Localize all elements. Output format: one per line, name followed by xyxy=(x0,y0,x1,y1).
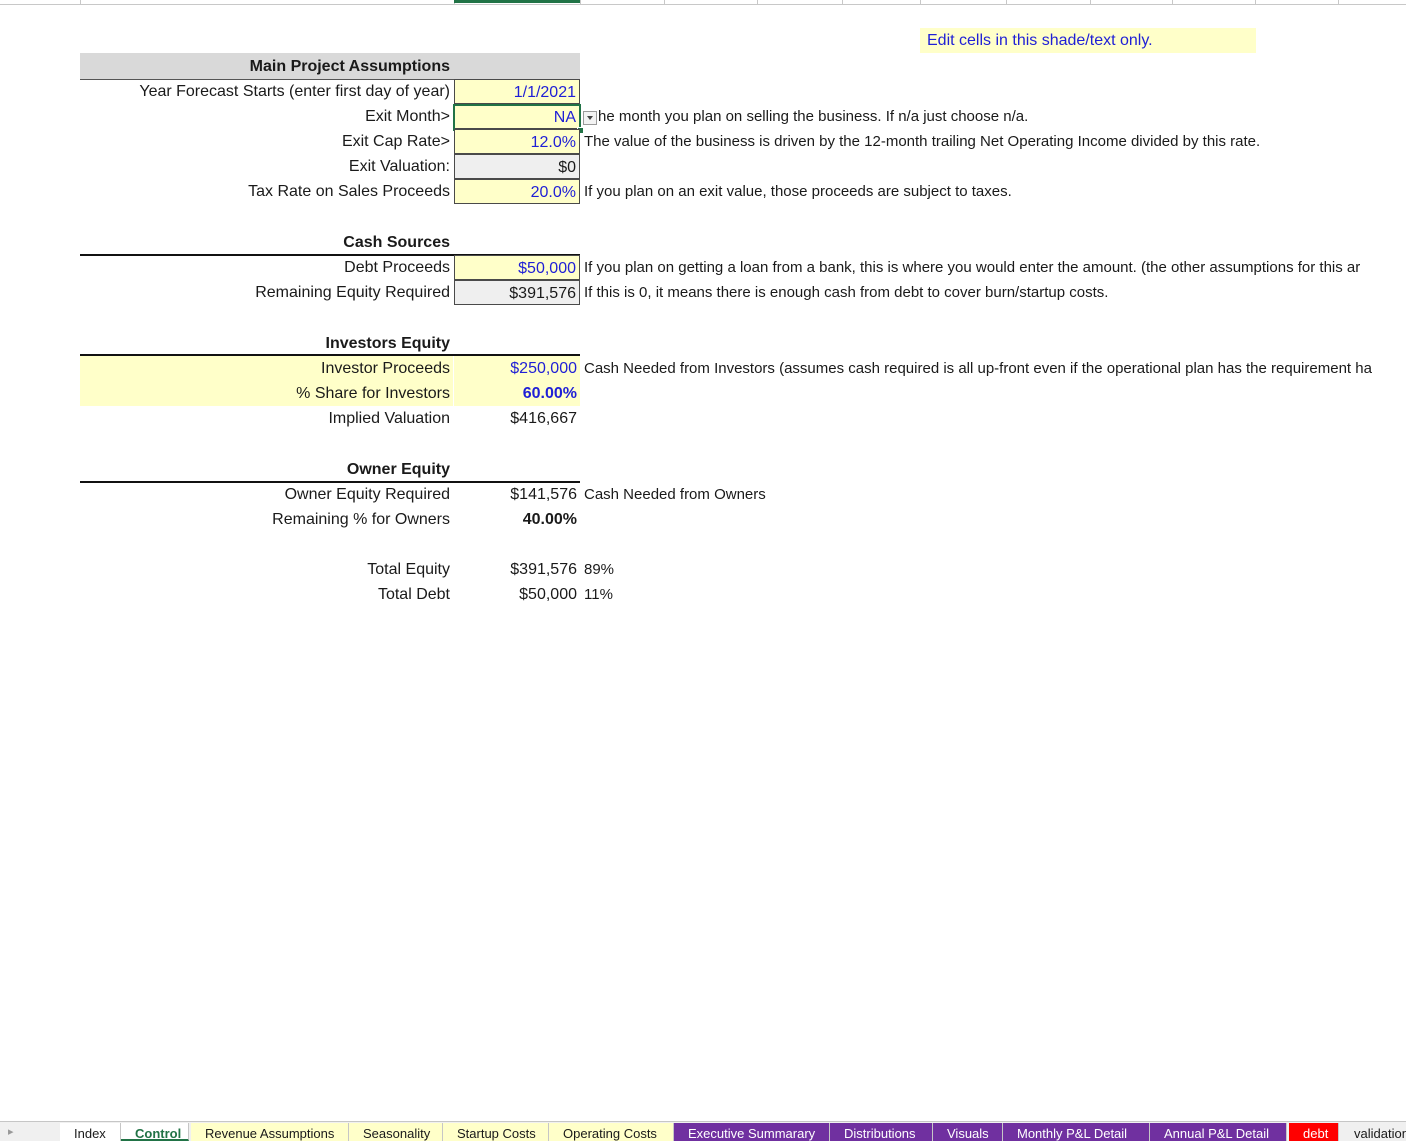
sheet-tab[interactable]: Distributions xyxy=(830,1123,933,1141)
remaining-equity-label: Remaining Equity Required xyxy=(255,284,450,301)
implied-valuation-value[interactable]: $416,667 xyxy=(454,406,580,431)
sheet-tab[interactable]: Control xyxy=(121,1123,189,1141)
owner-share-value[interactable]: 40.00% xyxy=(454,507,580,532)
total-debt-label: Total Debt xyxy=(377,586,450,603)
sheet-tabs-bar: ▸ Index Control Revenue Assumptions Seas… xyxy=(0,1121,1406,1141)
debt-proceeds-label: Debt Proceeds xyxy=(344,259,450,276)
implied-valuation-label: Implied Valuation xyxy=(328,410,450,427)
total-equity-pct: 89% xyxy=(584,561,615,578)
owner-equity-required-label: Owner Equity Required xyxy=(284,486,450,503)
main-assumptions-header: Main Project Assumptions xyxy=(249,58,450,75)
investor-proceeds-desc: Cash Needed from Investors (assumes cash… xyxy=(584,360,1372,377)
debt-proceeds-input[interactable]: $50,000 xyxy=(454,255,580,280)
total-debt-pct: 11% xyxy=(584,586,613,603)
exit-cap-rate-label: Exit Cap Rate> xyxy=(341,133,450,150)
column-divider xyxy=(1090,0,1091,4)
investors-equity-header: Investors Equity xyxy=(325,335,450,352)
tax-rate-label: Tax Rate on Sales Proceeds xyxy=(248,183,450,200)
exit-month-desc: he month you plan on selling the busines… xyxy=(598,108,1029,125)
column-header-strip xyxy=(0,0,1406,5)
sheet-tab[interactable]: Index xyxy=(60,1123,121,1141)
forecast-start-label: Year Forecast Starts (enter first day of… xyxy=(139,83,450,100)
debt-proceeds-desc: If you plan on getting a loan from a ban… xyxy=(584,259,1361,276)
column-divider xyxy=(1006,0,1007,4)
active-cell-border xyxy=(453,104,581,131)
tab-scroll-arrow-icon[interactable]: ▸ xyxy=(8,1125,14,1138)
column-divider xyxy=(1338,0,1339,4)
exit-cap-rate-input[interactable]: 12.0% xyxy=(454,129,580,154)
remaining-equity-desc: If this is 0, it means there is enough c… xyxy=(584,284,1109,301)
total-equity-value[interactable]: $391,576 xyxy=(454,557,580,582)
investor-proceeds-input[interactable]: $250,000 xyxy=(454,356,580,381)
investor-proceeds-label: Investor Proceeds xyxy=(80,356,453,381)
cash-sources-header: Cash Sources xyxy=(343,234,450,251)
owner-share-label: Remaining % for Owners xyxy=(272,511,450,528)
column-divider xyxy=(757,0,758,4)
sheet-tab[interactable]: Annual P&L Detail xyxy=(1150,1123,1287,1141)
investor-share-input[interactable]: 60.00% xyxy=(454,381,580,406)
column-divider xyxy=(664,0,665,4)
exit-cap-rate-desc: The value of the business is driven by t… xyxy=(584,133,1261,150)
selected-column-indicator xyxy=(454,0,580,3)
sheet-tab[interactable]: Operating Costs xyxy=(549,1123,674,1141)
total-debt-value[interactable]: $50,000 xyxy=(454,582,580,607)
sheet-tab[interactable]: Seasonality xyxy=(349,1123,443,1141)
tax-rate-desc: If you plan on an exit value, those proc… xyxy=(584,183,1012,200)
investor-share-label: % Share for Investors xyxy=(80,381,453,406)
sheet-tab[interactable]: validation xyxy=(1340,1123,1406,1141)
column-divider xyxy=(920,0,921,4)
exit-month-label: Exit Month> xyxy=(365,108,450,125)
sheet-tab[interactable]: Startup Costs xyxy=(443,1123,549,1141)
sheet-tab[interactable]: Executive Summarary xyxy=(674,1123,830,1141)
column-divider xyxy=(1172,0,1173,4)
column-divider xyxy=(1255,0,1256,4)
edit-instructions-note: Edit cells in this shade/text only. xyxy=(920,28,1256,53)
exit-valuation-label: Exit Valuation: xyxy=(348,158,450,175)
sheet-tab[interactable]: Visuals xyxy=(933,1123,1003,1141)
tax-rate-input[interactable]: 20.0% xyxy=(454,179,580,204)
exit-valuation-value[interactable]: $0 xyxy=(454,154,580,179)
sheet-tab[interactable]: debt xyxy=(1289,1123,1339,1141)
remaining-equity-value[interactable]: $391,576 xyxy=(454,280,580,305)
column-divider xyxy=(580,0,581,4)
owner-equity-header: Owner Equity xyxy=(346,461,450,478)
owner-equity-required-value[interactable]: $141,576 xyxy=(454,482,580,507)
sheet-tab[interactable]: Monthly P&L Detail xyxy=(1003,1123,1150,1141)
dropdown-arrow-icon[interactable] xyxy=(583,111,597,125)
sheet-tab[interactable]: Revenue Assumptions xyxy=(191,1123,349,1141)
forecast-start-input[interactable]: 1/1/2021 xyxy=(454,79,580,104)
column-divider xyxy=(80,0,81,4)
owner-equity-desc: Cash Needed from Owners xyxy=(584,486,766,503)
column-divider xyxy=(842,0,843,4)
total-equity-label: Total Equity xyxy=(367,561,450,578)
